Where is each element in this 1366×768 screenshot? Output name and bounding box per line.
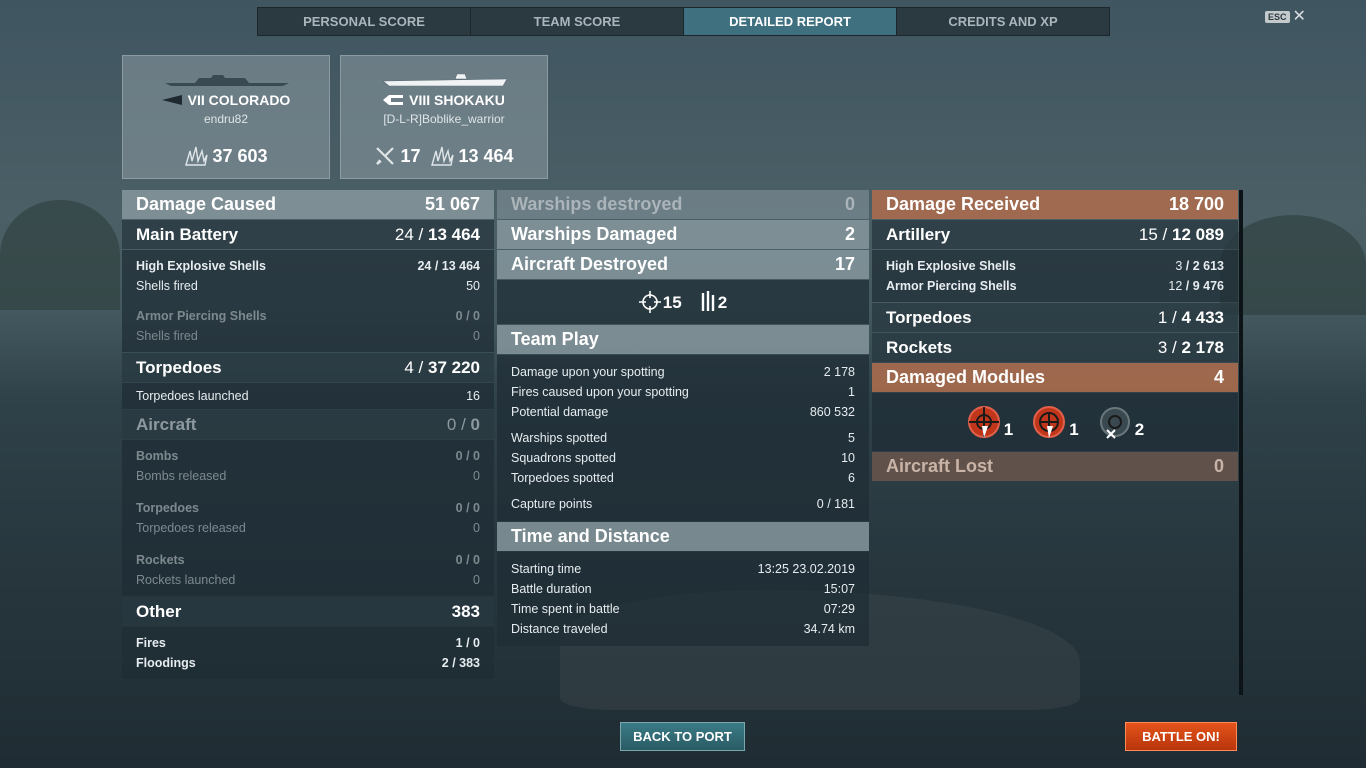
damaged-modules-icons: 1 1 2: [872, 393, 1238, 451]
tab-detailed-report[interactable]: DETAILED REPORT: [684, 8, 897, 35]
engine-damaged-icon: [1033, 406, 1066, 438]
battle-on-button[interactable]: BATTLE ON!: [1125, 722, 1237, 751]
damage-stat: 37 603: [184, 145, 268, 167]
crosshair-icon: [638, 291, 661, 313]
tab-team-score[interactable]: TEAM SCORE: [471, 8, 684, 35]
torpedoes-row: Torpedoes 4 / 37 220: [122, 353, 494, 382]
module-stat: 2: [1097, 404, 1144, 440]
warships-panel: Warships destroyed 0 Warships Damaged 2 Ai…: [497, 190, 869, 647]
aircraft-box: Bombs 0 / 0 Bombs released 0 Torpedoes 0 / …: [122, 440, 494, 596]
rockets-row: Rockets 0 / 0: [136, 553, 480, 567]
back-to-port-button[interactable]: BACK TO PORT: [620, 722, 745, 751]
time-distance-header: Time and Distance: [497, 522, 869, 551]
team-play-row: Squadrons spotted 10: [511, 451, 855, 465]
damaged-modules-header: Damaged Modules 4: [872, 363, 1238, 392]
background-island: [0, 200, 120, 310]
received-he-row: High Explosive Shells 3 / 2 613: [886, 259, 1224, 273]
carrier-ship-card[interactable]: VIII SHOKAKU [D-L-R]Boblike_warrior 17 1…: [340, 55, 548, 179]
team-play-row: Warships spotted 5: [511, 431, 855, 445]
report-tabs: PERSONAL SCORE TEAM SCORE DETAILED REPOR…: [257, 7, 1110, 36]
fires-row: Fires 1 / 0: [136, 636, 480, 650]
carrier-silhouette-icon: [383, 74, 507, 86]
team-play-row: Capture points 0 / 181: [511, 497, 855, 511]
main-battery-row: Main Battery 24 / 13 464: [122, 220, 494, 249]
tab-credits-and-xp[interactable]: CREDITS AND XP: [897, 8, 1109, 35]
damage-received-header: Damage Received 18 700: [872, 190, 1238, 219]
damage-splash-icon: [185, 146, 209, 166]
time-row: Battle duration 15:07: [511, 582, 855, 596]
esc-key-label: ESC: [1265, 11, 1290, 23]
bombs-released-row: Bombs released 0: [136, 469, 480, 483]
bombs-row: Bombs 0 / 0: [136, 449, 480, 463]
ship-name: VII COLORADO: [123, 92, 329, 108]
time-row: Starting time 13:25 23.02.2019: [511, 562, 855, 576]
shells-box: High Explosive Shells 24 / 13 464 Shells …: [122, 250, 494, 352]
time-row: Distance traveled 34.74 km: [511, 622, 855, 636]
planes-shot-stat: 17: [374, 145, 420, 167]
aa-kills-stat: 15: [638, 291, 682, 313]
team-play-row: Fires caused upon your spotting 1: [511, 385, 855, 399]
module-destroyed-icon: [1099, 407, 1130, 439]
aircraft-row: Aircraft 0 / 0: [122, 410, 494, 439]
scrollbar[interactable]: [1239, 190, 1243, 695]
damage-stat: 13 464: [430, 145, 514, 167]
fighters-icon: [701, 291, 714, 311]
tab-personal-score[interactable]: PERSONAL SCORE: [258, 8, 471, 35]
module-stat: 1: [966, 404, 1013, 440]
he-shells-fired-row: Shells fired 50: [136, 279, 480, 293]
close-button[interactable]: ESC ✕: [1265, 8, 1306, 25]
ap-shells-fired-row: Shells fired 0: [136, 329, 480, 343]
team-play-header: Team Play: [497, 325, 869, 354]
torpedoes-box: Torpedoes launched 16: [122, 383, 494, 409]
received-rockets-row: Rockets 3 / 2 178: [872, 333, 1238, 362]
warships-destroyed-header: Warships destroyed 0: [497, 190, 869, 219]
damage-caused-panel: Damage Caused 51 067 Main Battery 24 / 13 …: [122, 190, 494, 680]
damage-splash-icon: [431, 146, 455, 166]
aircraft-lost-header: Aircraft Lost 0: [872, 452, 1238, 481]
time-row: Time spent in battle 07:29: [511, 602, 855, 616]
carrier-class-icon: [383, 95, 404, 105]
rockets-launched-row: Rockets launched 0: [136, 573, 480, 587]
torpedoes-launched-row: Torpedoes launched 16: [136, 389, 480, 403]
received-ap-row: Armor Piercing Shells 12 / 9 476: [886, 279, 1224, 293]
air-torpedoes-row: Torpedoes 0 / 0: [136, 501, 480, 515]
damage-caused-header: Damage Caused 51 067: [122, 190, 494, 219]
aircraft-destroyed-header: Aircraft Destroyed 17: [497, 250, 869, 279]
aircraft-destroyed-breakdown: 15 2: [497, 280, 869, 324]
ship-name: VIII SHOKAKU: [341, 92, 547, 108]
floodings-row: Floodings 2 / 383: [136, 656, 480, 670]
player-name: endru82: [203, 112, 249, 126]
artillery-row: Artillery 15 / 12 089: [872, 220, 1238, 249]
battleship-silhouette-icon: [165, 75, 289, 86]
team-play-box: Damage upon your spotting 2 178 Fires cau…: [497, 355, 869, 521]
module-stat: 1: [1031, 404, 1079, 440]
received-torpedoes-row: Torpedoes 1 / 4 433: [872, 303, 1238, 332]
fighter-kills-stat: 2: [700, 291, 727, 313]
ap-shells-row: Armor Piercing Shells 0 / 0: [136, 309, 480, 323]
damage-received-panel: Damage Received 18 700 Artillery 15 / 12 0…: [872, 190, 1238, 482]
warships-damaged-header: Warships Damaged 2: [497, 220, 869, 249]
torpedoes-released-row: Torpedoes released 0: [136, 521, 480, 535]
team-play-row: Damage upon your spotting 2 178: [511, 365, 855, 379]
other-box: Fires 1 / 0 Floodings 2 / 383: [122, 627, 494, 679]
player-name: [D-L-R]Boblike_warrior: [383, 112, 505, 126]
battleship-class-icon: [161, 95, 182, 105]
other-row: Other 383: [122, 597, 494, 626]
plane-shot-down-icon: [376, 147, 395, 165]
he-shells-row: High Explosive Shells 24 / 13 464: [136, 259, 480, 273]
received-shells-box: High Explosive Shells 3 / 2 613 Armor Pie…: [872, 250, 1238, 302]
player-ship-card[interactable]: VII COLORADO endru82 37 603: [122, 55, 330, 179]
team-play-row: Torpedoes spotted 6: [511, 471, 855, 485]
steering-gear-damaged-icon: [967, 406, 1000, 438]
time-distance-box: Starting time 13:25 23.02.2019 Battle dur…: [497, 552, 869, 646]
team-play-row: Potential damage 860 532: [511, 405, 855, 419]
close-icon: ✕: [1292, 8, 1306, 25]
